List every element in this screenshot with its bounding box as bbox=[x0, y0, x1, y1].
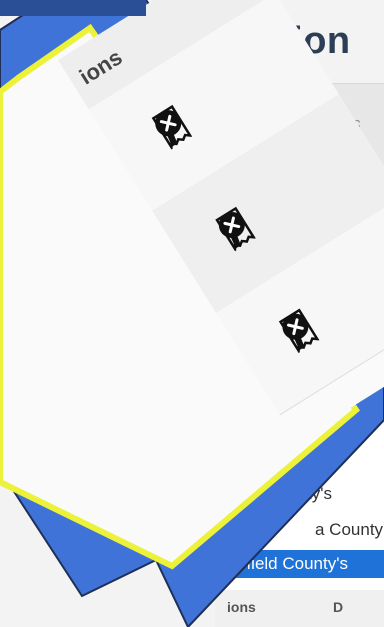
info-line-2: assist wit bbox=[293, 138, 354, 155]
background-page: Donation i Dates anc assist wit y name &… bbox=[0, 0, 384, 627]
dropdown-option-selected[interactable]: irfield County's bbox=[201, 550, 384, 578]
dropdown-option[interactable]: ty's bbox=[201, 480, 384, 508]
search-input[interactable]: y name bbox=[236, 268, 384, 340]
search-placeholder: y name bbox=[283, 293, 343, 313]
screenshot-stage: Donation i Dates anc assist wit y name &… bbox=[0, 0, 384, 627]
county-dropdown-list[interactable]: & ty's a County's irfield County's bbox=[200, 355, 384, 592]
info-text: Dates anc assist wit bbox=[293, 112, 384, 158]
info-line-1: Dates anc bbox=[293, 115, 361, 132]
info-icon: i bbox=[191, 114, 249, 172]
dropdown-option[interactable]: a County's bbox=[201, 516, 384, 544]
page-title: Donation bbox=[182, 20, 351, 62]
info-panel: i Dates anc assist wit bbox=[174, 83, 384, 197]
table-column-header: ions D bbox=[215, 590, 384, 627]
dropdown-option[interactable]: & bbox=[201, 382, 384, 410]
